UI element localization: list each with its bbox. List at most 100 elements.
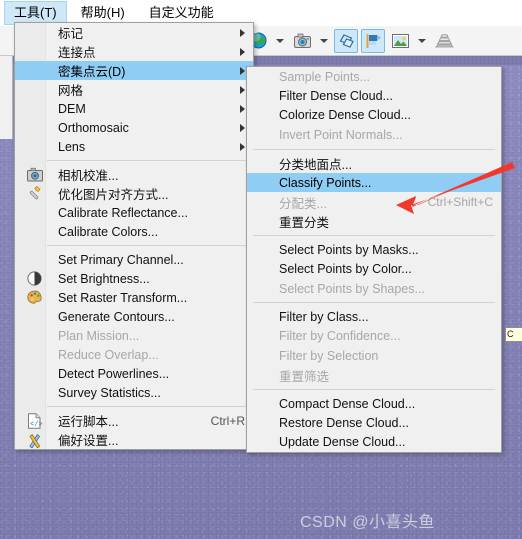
chevron-right-icon xyxy=(240,47,245,56)
submenu-item-select-points-by-color-label: Select Points by Color... xyxy=(279,262,412,277)
menu-item-markers[interactable]: 标记 xyxy=(15,23,253,42)
chevron-right-icon xyxy=(240,85,245,94)
menubar-item-customize-label: 自定义功能 xyxy=(148,5,214,20)
menu-item-reduce-overlap-label: Reduce Overlap... xyxy=(58,347,159,362)
submenu-item-update-dense-cloud-label: Update Dense Cloud... xyxy=(279,435,406,450)
script-icon: </> xyxy=(27,412,43,429)
camera-dropdown-caret[interactable] xyxy=(320,38,328,43)
submenu-item-classify-ground-points[interactable]: 分类地面点... xyxy=(247,154,501,173)
menu-item-calibrate-colors[interactable]: Calibrate Colors... xyxy=(15,222,253,241)
submenu-item-filter-by-confidence-label: Filter by Confidence... xyxy=(279,329,401,344)
menu-item-generate-contours[interactable]: Generate Contours... xyxy=(15,307,253,326)
submenu-item-filter-dense-cloud[interactable]: Filter Dense Cloud... xyxy=(247,86,501,105)
menu-item-optimize-alignment[interactable]: 优化图片对齐方式... xyxy=(15,184,253,203)
print-icon xyxy=(434,34,454,48)
submenu-item-select-points-by-shapes-label: Select Points by Shapes... xyxy=(279,281,425,296)
brightness-icon xyxy=(27,270,43,287)
svg-text:</>: </> xyxy=(30,421,42,429)
menu-item-lens-label: Lens xyxy=(58,139,86,154)
menu-item-run-script-label: 运行脚本... xyxy=(58,415,119,429)
submenu-item-classify-points[interactable]: Classify Points... xyxy=(247,172,501,193)
image-dropdown-caret[interactable] xyxy=(418,38,426,43)
menubar-item-help-label: 帮助(H) xyxy=(80,5,125,20)
submenu-item-colorize-dense-cloud[interactable]: Colorize Dense Cloud... xyxy=(247,106,501,125)
menu-item-calibrate-reflectance[interactable]: Calibrate Reflectance... xyxy=(15,203,253,222)
menu-item-tie-points-label: 连接点 xyxy=(58,46,96,60)
flag-icon xyxy=(366,33,381,48)
submenu-item-filter-by-confidence: Filter by Confidence... xyxy=(247,327,501,346)
submenu-separator xyxy=(253,302,495,304)
submenu-item-filter-by-class[interactable]: Filter by Class... xyxy=(247,307,501,326)
menu-item-detect-powerlines-label: Detect Powerlines... xyxy=(58,366,170,381)
submenu-item-reset-classification[interactable]: 重置分类 xyxy=(247,212,501,231)
menu-item-set-brightness-label: Set Brightness... xyxy=(58,271,150,286)
shapes-icon xyxy=(339,33,354,48)
submenu-item-compact-dense-cloud-label: Compact Dense Cloud... xyxy=(279,396,416,411)
menu-item-survey-statistics[interactable]: Survey Statistics... xyxy=(15,383,253,402)
menu-item-run-script[interactable]: </> 运行脚本... Ctrl+R xyxy=(15,411,253,430)
menu-item-detect-powerlines[interactable]: Detect Powerlines... xyxy=(15,364,253,383)
menu-item-reduce-overlap: Reduce Overlap... xyxy=(15,345,253,364)
menu-item-preferences-label: 偏好设置... xyxy=(58,434,119,448)
submenu-item-select-points-by-masks[interactable]: Select Points by Masks... xyxy=(247,240,501,259)
submenu-item-filter-by-selection-label: Filter by Selection xyxy=(279,348,379,363)
submenu-item-reset-classification-label: 重置分类 xyxy=(279,215,330,230)
submenu-item-update-dense-cloud[interactable]: Update Dense Cloud... xyxy=(247,433,501,452)
camera-icon xyxy=(293,33,311,48)
tooltip-fragment: C xyxy=(505,327,522,342)
flag-button[interactable] xyxy=(361,28,385,53)
menu-item-tie-points[interactable]: 连接点 xyxy=(15,42,253,61)
menu-item-dem-label: DEM xyxy=(58,101,86,116)
submenu-separator xyxy=(253,235,495,237)
tools-dropdown-menu[interactable]: 标记 连接点 密集点云(D) 网格 DEM Orthomosaic Lens 相… xyxy=(14,22,254,450)
submenu-item-sample-points-label: Sample Points... xyxy=(279,69,371,84)
menu-item-run-script-accel: Ctrl+R xyxy=(210,413,245,428)
menu-item-mesh[interactable]: 网格 xyxy=(15,80,253,99)
submenu-item-select-points-by-masks-label: Select Points by Masks... xyxy=(279,242,419,257)
menu-item-lens[interactable]: Lens xyxy=(15,137,253,156)
menu-item-dem[interactable]: DEM xyxy=(15,99,253,118)
globe-dropdown-caret[interactable] xyxy=(276,38,284,43)
left-panel-edge xyxy=(0,55,13,139)
submenu-separator xyxy=(253,388,495,390)
submenu-item-filter-dense-cloud-label: Filter Dense Cloud... xyxy=(279,89,393,104)
menu-separator xyxy=(47,245,247,246)
menu-item-orthomosaic[interactable]: Orthomosaic xyxy=(15,118,253,137)
image-button[interactable] xyxy=(388,29,412,53)
submenu-item-restore-dense-cloud[interactable]: Restore Dense Cloud... xyxy=(247,413,501,432)
menu-item-survey-statistics-label: Survey Statistics... xyxy=(58,385,161,400)
submenu-item-colorize-dense-cloud-label: Colorize Dense Cloud... xyxy=(279,108,412,123)
print-button[interactable] xyxy=(432,29,456,53)
menu-item-optimize-alignment-label: 优化图片对齐方式... xyxy=(58,188,169,202)
menu-item-set-raster-transform[interactable]: Set Raster Transform... xyxy=(15,288,253,307)
preferences-icon xyxy=(27,432,43,449)
menu-item-generate-contours-label: Generate Contours... xyxy=(58,309,175,324)
chevron-right-icon xyxy=(240,104,245,113)
submenu-item-select-points-by-shapes: Select Points by Shapes... xyxy=(247,279,501,298)
camera-button[interactable] xyxy=(290,29,314,53)
menu-item-set-primary-channel-label: Set Primary Channel... xyxy=(58,252,184,267)
chevron-right-icon xyxy=(240,28,245,37)
shapes-button[interactable] xyxy=(334,28,358,53)
submenu-item-invert-point-normals: Invert Point Normals... xyxy=(247,125,501,144)
menu-item-set-brightness[interactable]: Set Brightness... xyxy=(15,269,253,288)
submenu-item-select-points-by-color[interactable]: Select Points by Color... xyxy=(247,260,501,279)
menu-item-dense-cloud[interactable]: 密集点云(D) xyxy=(15,61,253,80)
watermark: CSDN @小喜头鱼 xyxy=(300,514,436,531)
submenu-item-classify-ground-points-label: 分类地面点... xyxy=(279,157,352,172)
menu-item-calibrate-colors-label: Calibrate Colors... xyxy=(58,224,159,239)
submenu-item-invert-point-normals-label: Invert Point Normals... xyxy=(279,127,403,142)
submenu-item-assign-class-accel: Ctrl+Shift+C xyxy=(427,195,493,210)
submenu-item-assign-class: 分配类... Ctrl+Shift+C xyxy=(247,192,501,211)
menu-item-calibrate-reflectance-label: Calibrate Reflectance... xyxy=(58,205,188,220)
menubar-item-tools-label: 工具(T) xyxy=(14,5,57,20)
menu-item-camera-calibration[interactable]: 相机校准... xyxy=(15,165,253,184)
menu-item-set-primary-channel[interactable]: Set Primary Channel... xyxy=(15,250,253,269)
image-icon xyxy=(391,33,409,48)
menu-item-preferences[interactable]: 偏好设置... xyxy=(15,430,253,449)
menu-item-plan-mission: Plan Mission... xyxy=(15,326,253,345)
menu-item-camera-calibration-label: 相机校准... xyxy=(58,169,119,183)
dense-cloud-submenu[interactable]: Sample Points... Filter Dense Cloud... C… xyxy=(246,66,502,454)
submenu-item-compact-dense-cloud[interactable]: Compact Dense Cloud... xyxy=(247,394,501,413)
submenu-item-filter-by-class-label: Filter by Class... xyxy=(279,309,369,324)
